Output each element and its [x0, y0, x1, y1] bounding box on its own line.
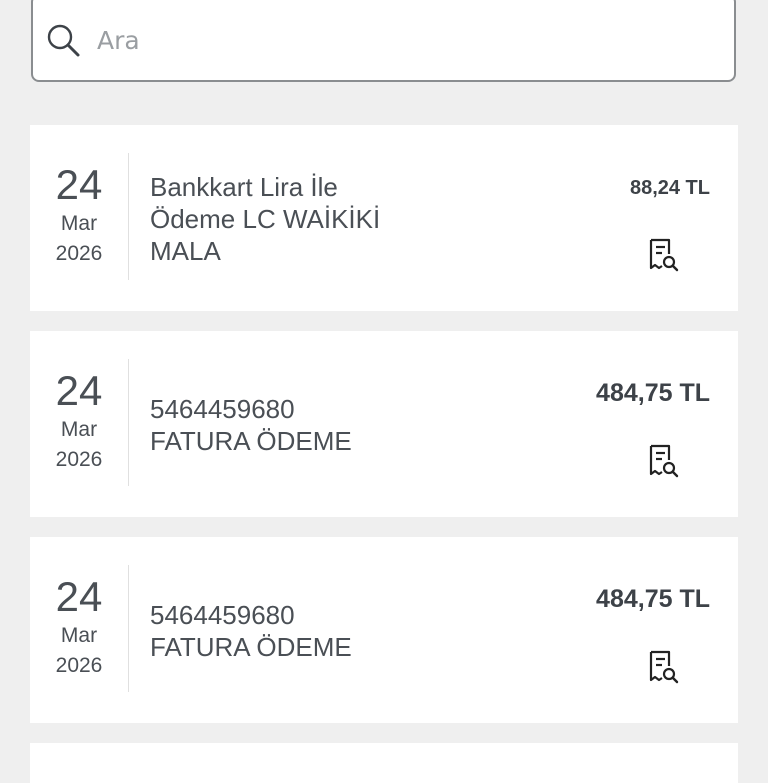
- date-year: 2026: [55, 448, 103, 471]
- transaction-amount: 88,24 TL: [629, 177, 710, 199]
- date-divider: [128, 359, 129, 486]
- transaction-date: 24 Mar 2026: [30, 161, 128, 269]
- search-input[interactable]: [97, 18, 697, 62]
- date-month: Mar: [60, 624, 98, 647]
- date-year: 2026: [55, 242, 103, 265]
- date-day: 24: [55, 367, 103, 414]
- transaction-description: 5464459680 FATURA ÖDEME: [150, 600, 352, 662]
- date-month: Mar: [60, 212, 98, 235]
- transaction-list: 24 Mar 2026 Bankkart Lira İle Ödeme LC W…: [30, 125, 738, 783]
- date-divider: [128, 565, 129, 692]
- transaction-description: Bankkart Lira İle Ödeme LC WAİKİKİ MALA: [150, 172, 381, 266]
- transaction-date: 24 Mar 2026: [30, 573, 128, 681]
- transaction-card[interactable]: 24 Mar 2026 5464459680 FATURA ÖDEME 484,…: [30, 331, 738, 517]
- transaction-card[interactable]: 24 Mar 2026 Bankkart Lira İle Ödeme LC W…: [30, 125, 738, 311]
- transaction-description: 5464459680 FATURA ÖDEME: [150, 394, 352, 456]
- receipt-search-icon[interactable]: [646, 237, 680, 273]
- receipt-search-icon[interactable]: [646, 649, 680, 685]
- date-day: 24: [55, 161, 103, 208]
- date-day: 24: [55, 573, 103, 620]
- transaction-amount: 484,75 TL: [596, 379, 710, 407]
- receipt-search-icon[interactable]: [646, 443, 680, 479]
- transaction-date: 24 Mar 2026: [30, 367, 128, 475]
- search-icon: [47, 24, 80, 57]
- transaction-card[interactable]: 24 Mar 2026 5464459680 FATURA ÖDEME 484,…: [30, 537, 738, 723]
- search-box[interactable]: [31, 0, 736, 82]
- date-year: 2026: [55, 654, 103, 677]
- transaction-card[interactable]: [30, 743, 738, 783]
- date-month: Mar: [60, 418, 98, 441]
- date-divider: [128, 153, 129, 280]
- transaction-amount: 484,75 TL: [596, 585, 710, 613]
